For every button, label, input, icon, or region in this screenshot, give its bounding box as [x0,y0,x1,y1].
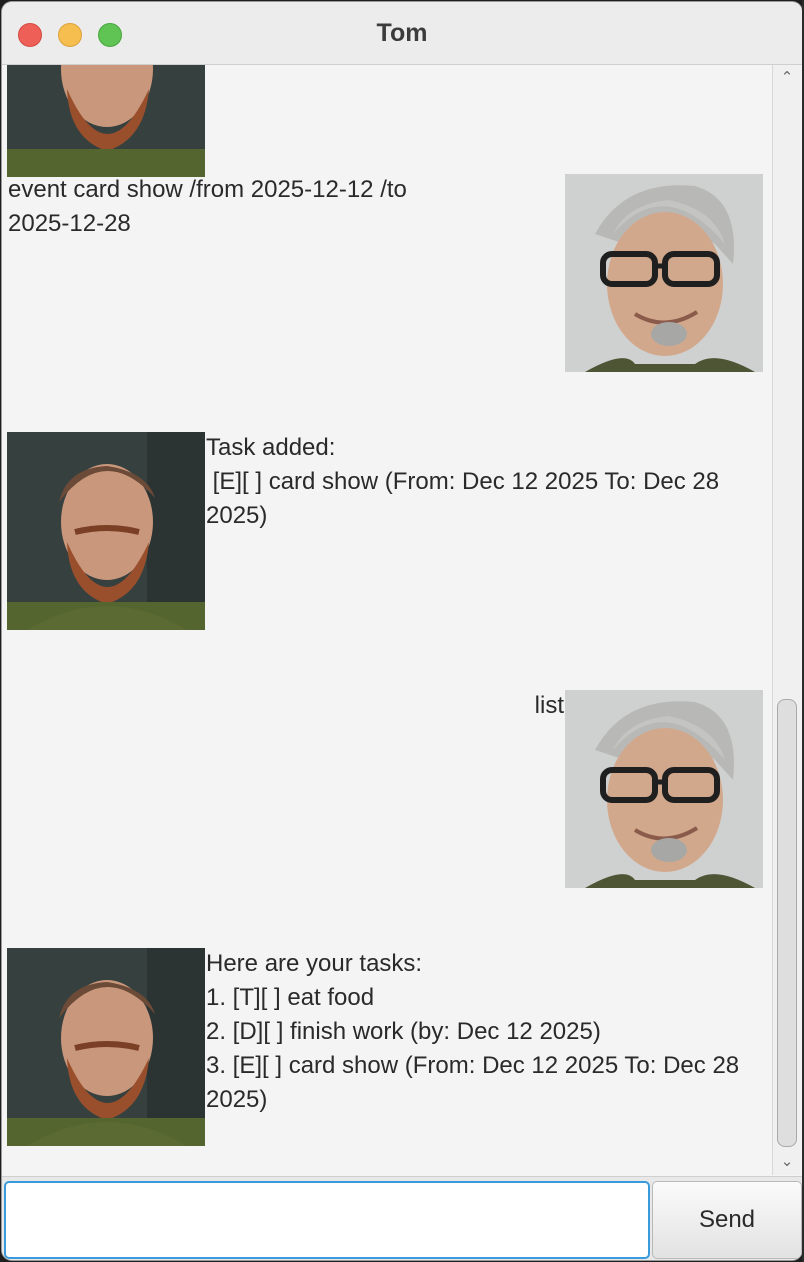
scroll-up-icon[interactable]: ⌃ [773,67,801,89]
user-message-text: event card show /from 2025-12-12 /to 202… [8,176,407,237]
bot-message-text: Here are your tasks: 1. [T][ ] eat food … [206,950,740,1113]
bearded-man-avatar [7,65,205,177]
glasses-man-avatar [565,690,763,888]
glasses-man-avatar [565,174,763,372]
input-bar: Send [2,1176,802,1260]
app-window: Tom event card show /from 2025-12-12 /to… [2,2,802,1260]
bearded-man-avatar [7,432,205,630]
message-input[interactable] [4,1181,650,1259]
window-title: Tom [376,19,428,47]
bot-message-text: Task added: [E][ ] card show (From: Dec … [206,434,720,529]
send-button[interactable]: Send [652,1181,802,1259]
bearded-man-avatar [7,948,205,1146]
title-bar: Tom [2,2,802,65]
scrollbar-thumb[interactable] [777,699,797,1147]
user-message-text: list [534,692,564,719]
vertical-scrollbar[interactable]: ⌃ ⌄ [772,65,801,1175]
scroll-down-icon[interactable]: ⌄ [773,1151,801,1173]
dialog-scroll-pane[interactable]: event card show /from 2025-12-12 /to 202… [4,65,772,1175]
